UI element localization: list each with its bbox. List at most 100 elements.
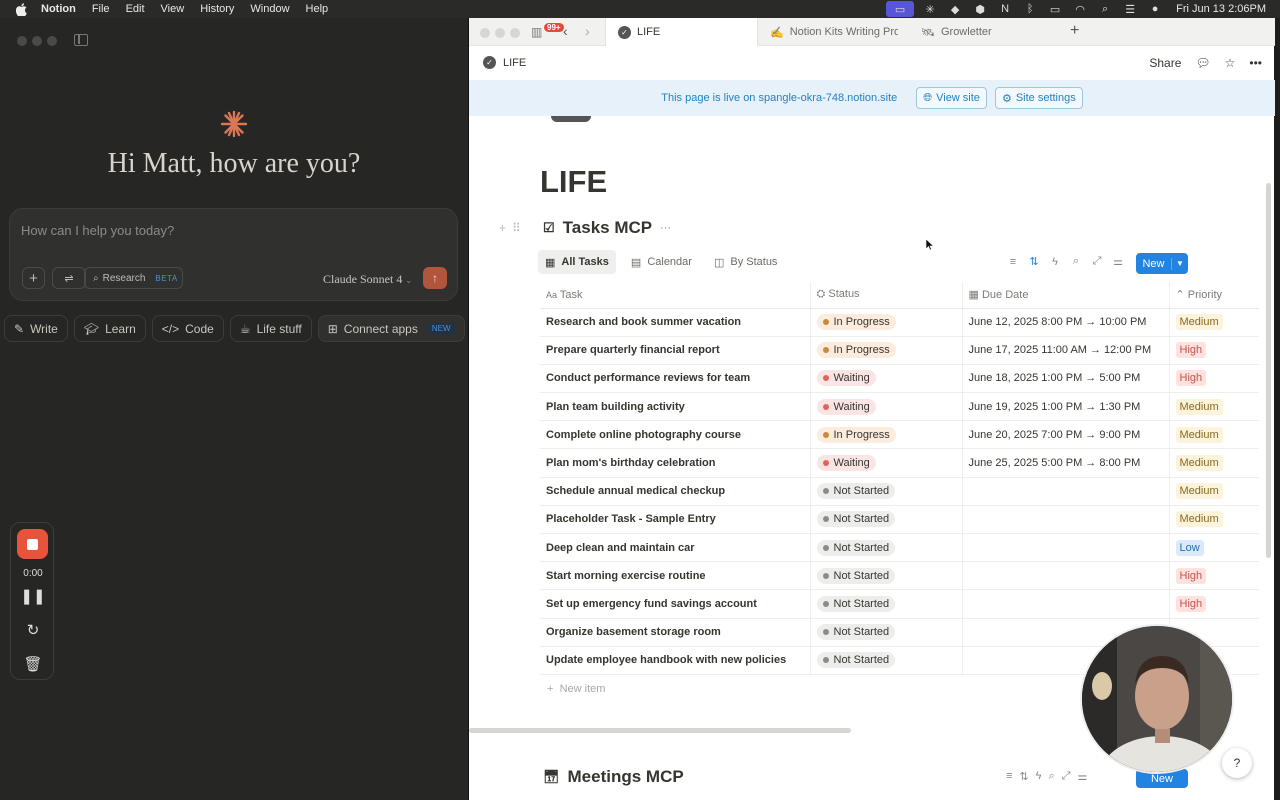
view-by-status[interactable]: ◫ By Status xyxy=(707,250,784,274)
dropbox-icon[interactable]: ◆ xyxy=(947,3,963,16)
status-cell[interactable]: Not Started xyxy=(809,618,962,647)
chip-write[interactable]: ✎ Write xyxy=(4,315,68,342)
priority-cell[interactable]: Medium xyxy=(1168,420,1259,450)
menu-file[interactable]: File xyxy=(92,3,110,15)
due-date-cell[interactable]: June 12, 2025 8:00 PM → 10:00 PM xyxy=(961,308,1169,337)
table-row[interactable]: Schedule annual medical checkup Not Start… xyxy=(540,477,1259,506)
priority-cell[interactable]: Medium xyxy=(1168,477,1259,506)
task-cell[interactable]: Conduct performance reviews for team xyxy=(540,364,810,394)
table-row[interactable]: Deep clean and maintain car Not Started Lo… xyxy=(540,533,1259,563)
status-cell[interactable]: Not Started xyxy=(809,646,962,675)
priority-cell[interactable]: Medium xyxy=(1168,448,1259,478)
notion-minimize-button[interactable] xyxy=(495,28,505,38)
table-row[interactable]: Conduct performance reviews for team Wait… xyxy=(540,364,1259,394)
window-minimize-button[interactable] xyxy=(32,36,42,46)
page-icon[interactable] xyxy=(551,116,591,122)
due-date-cell[interactable] xyxy=(961,533,1169,563)
status-cell[interactable]: Not Started xyxy=(809,561,962,591)
sort-icon[interactable]: ⇅ xyxy=(1027,255,1041,268)
tab-growletter[interactable]: 🛰︎ Growletter xyxy=(909,18,1059,46)
search-icon[interactable]: ⌕ xyxy=(1097,3,1113,15)
menu-help[interactable]: Help xyxy=(306,3,329,15)
share-button[interactable]: Share xyxy=(1149,56,1181,70)
tab-notion-kits[interactable]: ✍ Notion Kits Writing Pro xyxy=(758,18,898,46)
status-cell[interactable]: In Progress xyxy=(809,420,962,450)
status-cell[interactable]: Waiting xyxy=(809,448,962,478)
chip-connect-apps[interactable]: ⊞ Connect apps NEW xyxy=(317,315,465,342)
siri-icon[interactable]: ● xyxy=(1147,3,1163,15)
screen-record-status-icon[interactable]: ▭ xyxy=(886,1,915,17)
priority-cell[interactable]: Medium xyxy=(1168,308,1259,337)
menubar-clock[interactable]: Fri Jun 13 2:06PM xyxy=(1176,3,1266,15)
due-date-cell[interactable] xyxy=(961,505,1169,535)
task-cell[interactable]: Update employee handbook with new polici… xyxy=(540,646,810,675)
forward-arrow-icon[interactable]: › xyxy=(585,23,590,39)
filter-icon[interactable]: ≡ xyxy=(1006,770,1012,783)
menu-history[interactable]: History xyxy=(200,3,234,15)
site-settings-button[interactable]: ⚙ Site settings xyxy=(994,87,1083,109)
due-date-cell[interactable] xyxy=(961,477,1169,506)
wifi-icon[interactable]: ◠ xyxy=(1072,3,1088,16)
window-zoom-button[interactable] xyxy=(47,36,57,46)
pause-icon[interactable]: ❚❚ xyxy=(11,587,55,605)
chip-life-stuff[interactable]: ☕︎ Life stuff xyxy=(229,315,312,342)
app-status-icon[interactable]: ⬢ xyxy=(972,3,988,16)
block-handle-icon[interactable]: +⠿ xyxy=(499,221,527,235)
automation-icon[interactable]: ϟ xyxy=(1036,770,1042,783)
table-row[interactable]: Start morning exercise routine Not Starte… xyxy=(540,561,1259,591)
model-selector[interactable]: Claude Sonnet 4 ⌄ xyxy=(323,272,412,287)
status-cell[interactable]: Waiting xyxy=(809,364,962,394)
window-close-button[interactable] xyxy=(17,36,27,46)
automation-icon[interactable]: ϟ xyxy=(1048,256,1062,268)
control-center-icon[interactable]: ☰ xyxy=(1122,3,1138,16)
priority-cell[interactable]: High xyxy=(1168,336,1259,365)
meetings-database-title[interactable]: 📅︎ Meetings MCP xyxy=(543,767,684,787)
priority-cell[interactable]: Medium xyxy=(1168,392,1259,422)
table-row[interactable]: Complete online photography course In Pro… xyxy=(540,420,1259,450)
due-date-cell[interactable] xyxy=(961,589,1169,619)
priority-cell[interactable]: High xyxy=(1168,561,1259,591)
menu-window[interactable]: Window xyxy=(250,3,289,15)
stop-recording-button[interactable] xyxy=(17,529,48,559)
due-date-cell[interactable]: June 18, 2025 1:00 PM → 5:00 PM xyxy=(961,364,1169,394)
filter-icon[interactable]: ≡ xyxy=(1006,256,1020,268)
task-cell[interactable]: Plan team building activity xyxy=(540,392,810,422)
sidebar-toggle-icon[interactable] xyxy=(74,34,88,46)
tab-life[interactable]: ✓ LIFE xyxy=(605,18,758,46)
battery-icon[interactable]: ▭ xyxy=(1047,3,1063,16)
claude-menubar-icon[interactable]: ✳ xyxy=(922,3,938,16)
table-row[interactable]: Prepare quarterly financial report In Pro… xyxy=(540,336,1259,365)
database-title[interactable]: ☑ Tasks MCP ··· xyxy=(543,218,671,238)
trash-icon[interactable]: 🗑︎ xyxy=(11,655,55,673)
task-cell[interactable]: Set up emergency fund savings account xyxy=(540,589,810,619)
priority-cell[interactable]: High xyxy=(1168,589,1259,619)
bluetooth-icon[interactable]: ᛒ xyxy=(1022,3,1038,15)
chevron-down-icon[interactable]: ▼ xyxy=(1172,259,1188,268)
due-date-cell[interactable]: June 25, 2025 5:00 PM → 8:00 PM xyxy=(961,448,1169,478)
table-row[interactable]: Placeholder Task - Sample Entry Not Start… xyxy=(540,505,1259,535)
task-cell[interactable]: Schedule annual medical checkup xyxy=(540,477,810,506)
restart-icon[interactable]: ↻ xyxy=(11,621,55,639)
chat-input-box[interactable]: How can I help you today? + ⇌ ⌕ Research… xyxy=(9,208,458,301)
column-header-priority[interactable]: ⌃ Priority xyxy=(1168,282,1259,309)
priority-cell[interactable]: High xyxy=(1168,364,1259,394)
table-row[interactable]: Set up emergency fund savings account Not… xyxy=(540,589,1259,619)
tools-button[interactable]: ⇌ xyxy=(52,267,86,289)
sidebar-icon[interactable]: ▥ xyxy=(531,25,542,39)
notion-zoom-button[interactable] xyxy=(510,28,520,38)
search-icon[interactable]: ⌕ xyxy=(1069,255,1083,268)
back-arrow-icon[interactable]: ‹ xyxy=(563,23,568,39)
new-button[interactable]: New ▼ xyxy=(1136,253,1188,274)
task-cell[interactable]: Research and book summer vacation xyxy=(540,308,810,337)
priority-cell[interactable]: Medium xyxy=(1168,505,1259,535)
task-cell[interactable]: Start morning exercise routine xyxy=(540,561,810,591)
task-cell[interactable]: Organize basement storage room xyxy=(540,618,810,647)
research-button[interactable]: ⌕ Research BETA xyxy=(84,267,183,289)
task-cell[interactable]: Deep clean and maintain car xyxy=(540,533,810,563)
star-icon[interactable]: ☆ xyxy=(1225,56,1236,70)
more-icon[interactable]: ··· xyxy=(660,222,671,234)
comment-icon[interactable]: 💬︎ xyxy=(1195,56,1210,70)
send-button[interactable]: ↑ xyxy=(423,267,447,289)
sort-icon[interactable]: ⇅ xyxy=(1019,770,1028,783)
due-date-cell[interactable] xyxy=(961,561,1169,591)
